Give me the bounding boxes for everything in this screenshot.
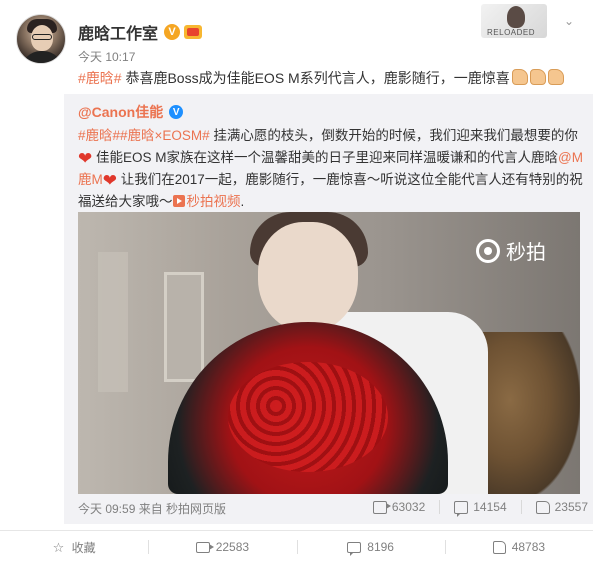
repost-text: #鹿晗##鹿晗×EOSM# 挂满心愿的枝头，倒数开始的时候，我们迎来我们最想要的…	[78, 125, 588, 213]
favorite-label: 收藏	[71, 540, 96, 555]
thumbs-up-icon	[547, 69, 564, 85]
comment-count: 14154	[473, 500, 507, 514]
hashtag-link[interactable]: #鹿晗#	[78, 70, 122, 86]
author-name[interactable]: 鹿晗工作室	[78, 20, 158, 44]
like-button[interactable]: 48783	[444, 531, 593, 563]
repost-text-part: 让我们在2017一起，鹿影随行，一鹿惊喜～听说这位全能代言人还有特别的祝福送给大…	[78, 172, 583, 209]
hashtag-link[interactable]: #鹿晗##鹿晗×EOSM#	[78, 128, 210, 143]
video-icon	[172, 195, 185, 207]
repost-comment[interactable]: 14154	[454, 500, 507, 517]
like-count: 23557	[554, 500, 588, 514]
forward-icon	[195, 541, 214, 553]
forward-count: 22583	[215, 540, 250, 554]
repost-like[interactable]: 23557	[535, 500, 588, 514]
post-body: 恭喜鹿Boss成为佳能EOS M系列代言人，鹿影随行，一鹿惊喜	[121, 70, 510, 86]
like-icon	[535, 500, 550, 514]
repost-source[interactable]: 今天 09:59 来自 秒拍网页版	[78, 500, 226, 517]
comment-button[interactable]: 8196	[296, 531, 445, 563]
avatar[interactable]	[16, 14, 66, 64]
verified-icon: V	[169, 105, 184, 119]
chevron-down-icon[interactable]: ⌄	[564, 14, 574, 28]
star-icon: ☆	[52, 539, 65, 555]
forward-button[interactable]: 22583	[148, 531, 296, 563]
comment-icon	[347, 541, 362, 556]
author-row: 鹿晗工作室 V	[78, 20, 203, 44]
repost-forward[interactable]: 63032	[372, 500, 426, 514]
post-time[interactable]: 今天 10:17	[78, 48, 135, 65]
repost-text-part: 佳能EOS M家族在这样一个温馨甜美的日子里迎来同样温暖谦和的代言人鹿晗	[96, 150, 559, 165]
card-decoration-image: RELOADED	[481, 4, 547, 38]
video-watermark: 秒拍	[476, 236, 546, 265]
repost-author-row: @Canon佳能 V	[78, 102, 184, 122]
repost-stats: 63032 14154 23557	[359, 500, 588, 517]
comment-icon	[454, 500, 469, 517]
video-link-label: 秒拍视频	[186, 194, 241, 209]
post-text: #鹿晗# 恭喜鹿Boss成为佳能EOS M系列代言人，鹿影随行，一鹿惊喜	[78, 68, 564, 88]
forward-count: 63032	[391, 500, 426, 514]
weibo-card: 鹿晗工作室 V 今天 10:17 RELOADED ⌄ #鹿晗# 恭喜鹿Boss…	[0, 0, 593, 563]
video-player[interactable]: 秒拍	[78, 212, 580, 494]
favorite-button[interactable]: ☆ 收藏	[0, 531, 148, 563]
thumbs-up-icon	[511, 69, 528, 85]
camera-icon	[476, 238, 500, 263]
repost-author-link[interactable]: @Canon佳能	[78, 102, 163, 122]
repost-text-part: 挂满心愿的枝头，倒数开始的时候，我们迎来我们最想要的你	[209, 128, 578, 143]
action-bar: ☆ 收藏 22583 8196 48783	[0, 530, 593, 563]
video-link[interactable]: 秒拍视频	[172, 194, 241, 209]
reposted-content: @Canon佳能 V #鹿晗##鹿晗×EOSM# 挂满心愿的枝头，倒数开始的时候…	[64, 94, 593, 524]
watermark-label: 秒拍	[506, 242, 546, 264]
repost-text-period: .	[240, 194, 245, 209]
verified-icon: V	[164, 24, 181, 40]
comment-count: 8196	[367, 540, 394, 554]
heart-icon: ❤	[102, 171, 117, 190]
like-count: 48783	[511, 540, 546, 554]
member-badge-icon[interactable]	[184, 25, 203, 39]
thumbs-up-icon	[529, 69, 546, 85]
like-icon	[492, 540, 506, 554]
decoration-caption: RELOADED	[487, 28, 536, 37]
forward-icon	[372, 500, 391, 514]
heart-icon: ❤	[78, 149, 93, 168]
